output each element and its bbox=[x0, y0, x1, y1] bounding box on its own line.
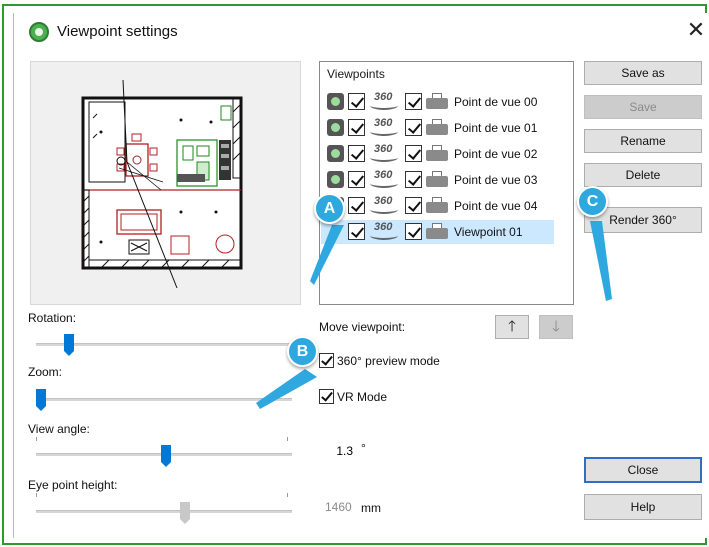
close-button[interactable]: Close bbox=[584, 457, 702, 483]
rotation-slider-thumb[interactable] bbox=[64, 334, 74, 356]
viewpoint-row[interactable]: 360 Point de vue 03 bbox=[321, 168, 554, 192]
camera-icon bbox=[327, 171, 344, 188]
printer-icon bbox=[426, 145, 448, 162]
viewpoints-header: Viewpoints bbox=[327, 67, 385, 81]
delete-button[interactable]: Delete bbox=[584, 163, 702, 187]
panorama-360-icon: 360 bbox=[368, 195, 402, 215]
viewpoint-label: Point de vue 00 bbox=[454, 95, 538, 109]
viewpoint-label: Point de vue 01 bbox=[454, 121, 538, 135]
viewpoint-render-checkbox[interactable] bbox=[405, 171, 422, 188]
zoom-label: Zoom: bbox=[28, 365, 63, 379]
eye-point-height-label: Eye point height: bbox=[28, 478, 118, 492]
viewpoints-list[interactable]: Viewpoints 360 Point de vue 00 360 Point… bbox=[319, 61, 574, 305]
camera-icon bbox=[327, 145, 344, 162]
move-up-button[interactable]: 🡑 bbox=[495, 315, 529, 339]
viewpoint-row[interactable]: 360 Point de vue 04 bbox=[321, 194, 554, 218]
view-angle-label: View angle: bbox=[28, 422, 90, 436]
move-down-button[interactable]: 🡓 bbox=[539, 315, 573, 339]
move-viewpoint-label: Move viewpoint: bbox=[319, 320, 406, 334]
viewpoint-row[interactable]: 360 Point de vue 02 bbox=[321, 142, 554, 166]
viewpoint-render-checkbox[interactable] bbox=[405, 145, 422, 162]
rotation-label: Rotation: bbox=[28, 311, 77, 325]
camera-icon bbox=[327, 119, 344, 136]
viewpoint-render-checkbox[interactable] bbox=[405, 197, 422, 214]
vr-mode-checkbox[interactable] bbox=[319, 389, 334, 404]
eye-point-height-slider-track[interactable] bbox=[36, 510, 292, 513]
viewpoint-row[interactable]: 360 Point de vue 00 bbox=[321, 90, 554, 114]
viewpoint-label: Point de vue 02 bbox=[454, 147, 538, 161]
preview-360-label: 360° preview mode bbox=[337, 354, 440, 368]
viewpoint-visible-checkbox[interactable] bbox=[348, 197, 365, 214]
camera-icon bbox=[327, 93, 344, 110]
annotation-marker-c: C bbox=[577, 186, 608, 217]
viewpoint-row[interactable]: 360 Point de vue 01 bbox=[321, 116, 554, 140]
title-bar: Viewpoint settings ✕ bbox=[14, 13, 708, 49]
viewpoint-visible-checkbox[interactable] bbox=[348, 119, 365, 136]
slider-tick bbox=[36, 437, 37, 441]
help-button[interactable]: Help bbox=[584, 494, 702, 520]
eye-point-height-unit: mm bbox=[361, 501, 381, 515]
slider-tick bbox=[287, 437, 288, 441]
close-icon[interactable]: ✕ bbox=[684, 19, 708, 43]
panorama-360-icon: 360 bbox=[368, 117, 402, 137]
printer-icon bbox=[426, 171, 448, 188]
dialog-title: Viewpoint settings bbox=[57, 23, 178, 40]
floor-plan-preview[interactable] bbox=[30, 61, 301, 305]
eye-point-height-value: 1460 bbox=[325, 500, 352, 514]
floor-plan-drawing bbox=[81, 79, 243, 289]
viewpoint-visible-checkbox[interactable] bbox=[348, 223, 365, 240]
viewpoint-visible-checkbox[interactable] bbox=[348, 93, 365, 110]
viewpoint-visible-checkbox[interactable] bbox=[348, 171, 365, 188]
view-angle-input[interactable] bbox=[300, 438, 357, 464]
panorama-360-icon: 360 bbox=[368, 91, 402, 111]
printer-icon bbox=[426, 197, 448, 214]
zoom-slider-thumb[interactable] bbox=[36, 389, 46, 411]
panorama-360-icon: 360 bbox=[368, 221, 402, 241]
viewpoint-render-checkbox[interactable] bbox=[405, 223, 422, 240]
save-button[interactable]: Save bbox=[584, 95, 702, 119]
preview-360-checkbox[interactable] bbox=[319, 353, 334, 368]
view-angle-unit: ° bbox=[361, 441, 366, 455]
eye-point-height-slider-thumb[interactable] bbox=[180, 502, 190, 524]
viewpoint-row-selected[interactable]: 360 Viewpoint 01 bbox=[321, 220, 554, 244]
rotation-slider-track[interactable] bbox=[36, 343, 292, 346]
viewpoint-label: Point de vue 03 bbox=[454, 173, 538, 187]
printer-icon bbox=[426, 223, 448, 240]
rename-button[interactable]: Rename bbox=[584, 129, 702, 153]
slider-tick bbox=[287, 493, 288, 497]
viewpoint-label: Viewpoint 01 bbox=[454, 225, 523, 239]
panorama-360-icon: 360 bbox=[368, 143, 402, 163]
viewpoint-visible-checkbox[interactable] bbox=[348, 145, 365, 162]
annotation-marker-b: B bbox=[287, 336, 318, 367]
slider-tick bbox=[36, 493, 37, 497]
view-angle-slider-thumb[interactable] bbox=[161, 445, 171, 467]
app-logo-icon bbox=[29, 22, 49, 42]
viewpoint-render-checkbox[interactable] bbox=[405, 93, 422, 110]
vr-mode-label: VR Mode bbox=[337, 390, 388, 404]
zoom-slider-track[interactable] bbox=[36, 398, 292, 401]
printer-icon bbox=[426, 119, 448, 136]
viewpoint-render-checkbox[interactable] bbox=[405, 119, 422, 136]
annotation-marker-a: A bbox=[314, 193, 345, 224]
viewpoint-settings-dialog: Viewpoint settings ✕ Viewpoints 360 Poin… bbox=[13, 13, 707, 538]
save-as-button[interactable]: Save as bbox=[584, 61, 702, 85]
panorama-360-icon: 360 bbox=[368, 169, 402, 189]
viewpoint-label: Point de vue 04 bbox=[454, 199, 538, 213]
printer-icon bbox=[426, 93, 448, 110]
